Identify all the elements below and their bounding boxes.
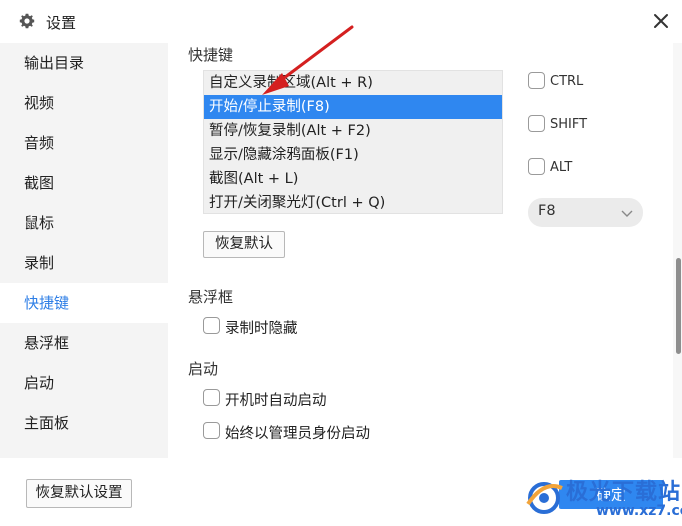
key-select[interactable]: F8 — [528, 198, 643, 227]
sidebar-item-video[interactable]: 视频 — [0, 83, 168, 123]
run-as-admin-label: 始终以管理员身份启动 — [225, 426, 370, 442]
hotkey-list[interactable]: 自定义录制区域(Alt + R) 开始/停止录制(F8) 暂停/恢复录制(Alt… — [203, 70, 503, 214]
sidebar-item-main-panel[interactable]: 主面板 — [0, 403, 168, 443]
shift-checkbox[interactable] — [528, 115, 545, 132]
shift-label: SHIFT — [550, 117, 588, 132]
ctrl-checkbox[interactable] — [528, 72, 545, 89]
hotkey-item-screenshot[interactable]: 截图(Alt + L) — [204, 167, 502, 191]
title-bar: 设置 — [0, 0, 682, 43]
floating-section-label: 悬浮框 — [188, 288, 234, 306]
window-title: 设置 — [46, 14, 77, 32]
sidebar-item-hotkeys[interactable]: 快捷键 — [0, 283, 168, 323]
hotkey-item-start-stop[interactable]: 开始/停止录制(F8) — [204, 95, 502, 119]
hotkey-item-spotlight[interactable]: 打开/关闭聚光灯(Ctrl + Q) — [204, 191, 502, 215]
hotkey-item-custom-region[interactable]: 自定义录制区域(Alt + R) — [204, 71, 502, 95]
hide-while-recording-label: 录制时隐藏 — [225, 321, 298, 337]
startup-section-label: 启动 — [188, 360, 219, 378]
sidebar-item-floating[interactable]: 悬浮框 — [0, 323, 168, 363]
sidebar-item-record[interactable]: 录制 — [0, 243, 168, 283]
sidebar: 输出目录 视频 音频 截图 鼠标 录制 快捷键 悬浮框 启动 主面板 — [0, 43, 168, 458]
sidebar-item-screenshot[interactable]: 截图 — [0, 163, 168, 203]
auto-start-label: 开机时自动启动 — [225, 393, 327, 409]
ok-button[interactable]: 确定 — [559, 480, 663, 509]
key-select-value: F8 — [538, 203, 556, 219]
gear-icon — [19, 13, 35, 29]
alt-label: ALT — [550, 160, 573, 175]
hotkey-item-doodle-panel[interactable]: 显示/隐藏涂鸦面板(F1) — [204, 143, 502, 167]
sidebar-item-mouse[interactable]: 鼠标 — [0, 203, 168, 243]
sidebar-item-audio[interactable]: 音频 — [0, 123, 168, 163]
hotkey-item-pause-resume[interactable]: 暂停/恢复录制(Alt + F2) — [204, 119, 502, 143]
sidebar-item-startup[interactable]: 启动 — [0, 363, 168, 403]
close-icon[interactable] — [648, 8, 674, 34]
scrollbar-thumb[interactable] — [676, 258, 681, 354]
ctrl-label: CTRL — [550, 74, 584, 89]
sidebar-item-output-dir[interactable]: 输出目录 — [0, 43, 168, 83]
run-as-admin-checkbox[interactable] — [203, 422, 220, 439]
auto-start-checkbox[interactable] — [203, 389, 220, 406]
scrollbar-track — [673, 43, 682, 458]
hotkeys-section-label: 快捷键 — [188, 46, 234, 64]
hide-while-recording-checkbox[interactable] — [203, 317, 220, 334]
restore-default-hotkeys-button[interactable]: 恢复默认 — [203, 231, 285, 258]
alt-checkbox[interactable] — [528, 158, 545, 175]
restore-all-defaults-button[interactable]: 恢复默认设置 — [26, 479, 132, 508]
chevron-down-icon — [621, 210, 633, 217]
